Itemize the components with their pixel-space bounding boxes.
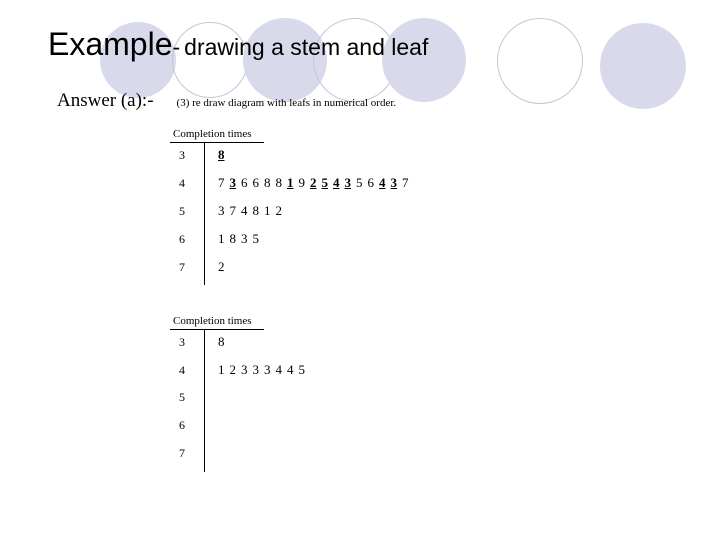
- stem-leaf-row: 38: [170, 147, 414, 175]
- leaf-digit: 4: [287, 362, 294, 377]
- stem-divider-line: [204, 143, 205, 285]
- leaf-values: 8: [204, 334, 230, 350]
- leaf-values: 8: [204, 147, 230, 163]
- leaf-digit: 7: [218, 175, 225, 190]
- stem-leaf-ordered: Completion times 3 8 4 1 2 3 3 3 4 4 5 5 6 7: [170, 315, 310, 474]
- leaf-digit: 4: [333, 175, 340, 190]
- stem-leaf-unordered: Completion times 3 8 4 7 3 6 6 8 8 1 9 2 5 4 3 5 6 4 3 7 5 3 7 4…: [170, 128, 414, 287]
- stem-value: 6: [179, 232, 185, 246]
- stem-leaf-row: 5: [170, 390, 310, 418]
- leaf-digit: 5: [298, 362, 306, 377]
- leaf-digit: 1: [264, 203, 271, 218]
- leaf-values: 12333445: [204, 362, 310, 378]
- leaf-digit: 3: [252, 362, 260, 377]
- stem-leaf-row: 5 374812: [170, 203, 414, 231]
- stem-value: 7: [179, 446, 185, 460]
- answer-note: (3) re draw diagram with leafs in numeri…: [176, 97, 397, 109]
- leaf-digit: 4: [379, 175, 386, 190]
- answer-line: Answer (a):- (3) re draw diagram with lea…: [57, 90, 396, 112]
- stem-value: 4: [179, 176, 185, 190]
- leaf-digit: 3: [390, 175, 398, 190]
- leaf-digit: 6: [367, 175, 375, 190]
- leaf-digit: 9: [298, 175, 306, 190]
- diagram-body: 3847366881925435643753748126183572: [170, 143, 414, 287]
- leaf-values: 73668819254356437: [204, 175, 414, 191]
- leaf-digit: 6: [241, 175, 248, 190]
- leaf-digit: 7: [229, 203, 237, 218]
- leaf-digit: 3: [241, 231, 248, 246]
- leaf-digit: 3: [218, 203, 225, 218]
- stem-leaf-row: 72: [170, 259, 414, 287]
- diagram-body: 38412333445567: [170, 330, 310, 474]
- leaf-digit: 1: [287, 175, 294, 190]
- leaf-digit: 2: [310, 175, 317, 190]
- diagram-caption: Completion times: [173, 315, 252, 327]
- stem-divider-line: [204, 330, 205, 472]
- title-dash: -: [172, 34, 181, 60]
- leaf-digit: 2: [275, 203, 283, 218]
- leaf-digit: 7: [402, 175, 409, 190]
- title-main-text: Example: [48, 26, 173, 62]
- leaf-digit: 3: [229, 175, 237, 190]
- leaf-digit: 5: [321, 175, 329, 190]
- title-subtitle-text: drawing a stem and leaf: [184, 34, 429, 60]
- stem-value: 5: [179, 204, 185, 218]
- stem-value: 4: [179, 363, 185, 377]
- stem-leaf-row: 6 1835: [170, 231, 414, 259]
- stem-value: 7: [179, 260, 185, 274]
- stem-value: 3: [179, 148, 185, 162]
- leaf-digit: 6: [252, 175, 260, 190]
- leaf-digit: 3: [344, 175, 352, 190]
- stem-leaf-row: 6: [170, 418, 310, 446]
- leaf-digit: 8: [218, 147, 225, 162]
- leaf-digit: 8: [229, 231, 237, 246]
- leaf-digit: 4: [275, 362, 283, 377]
- leaf-digit: 4: [241, 203, 248, 218]
- leaf-digit: 3: [241, 362, 248, 377]
- leaf-digit: 8: [252, 203, 260, 218]
- leaf-digit: 1: [218, 231, 225, 246]
- stem-leaf-row: 473668819254356437: [170, 175, 414, 203]
- slide-canvas: Example- drawing a stem and leaf Answer …: [0, 0, 720, 540]
- stem-value: 5: [179, 390, 185, 404]
- stem-leaf-row: 38: [170, 334, 310, 362]
- stem-value: 3: [179, 335, 185, 349]
- diagram-caption: Completion times: [173, 128, 252, 140]
- stem-leaf-row: 412333445: [170, 362, 310, 390]
- leaf-digit: 2: [218, 259, 225, 274]
- slide-title: Example- drawing a stem and leaf: [48, 26, 688, 63]
- leaf-digit: 8: [275, 175, 283, 190]
- leaf-digit: 8: [264, 175, 271, 190]
- leaf-digit: 5: [252, 231, 260, 246]
- leaf-digit: 8: [218, 334, 225, 349]
- leaf-digit: 3: [264, 362, 271, 377]
- leaf-values: 374812: [204, 203, 287, 219]
- stem-leaf-row: 7: [170, 446, 310, 474]
- leaf-values: 2: [204, 259, 230, 275]
- leaf-digit: 5: [356, 175, 363, 190]
- stem-value: 6: [179, 418, 185, 432]
- leaf-digit: 1: [218, 362, 225, 377]
- answer-label: Answer (a):-: [57, 90, 154, 111]
- leaf-digit: 2: [229, 362, 237, 377]
- leaf-values: 1835: [204, 231, 264, 247]
